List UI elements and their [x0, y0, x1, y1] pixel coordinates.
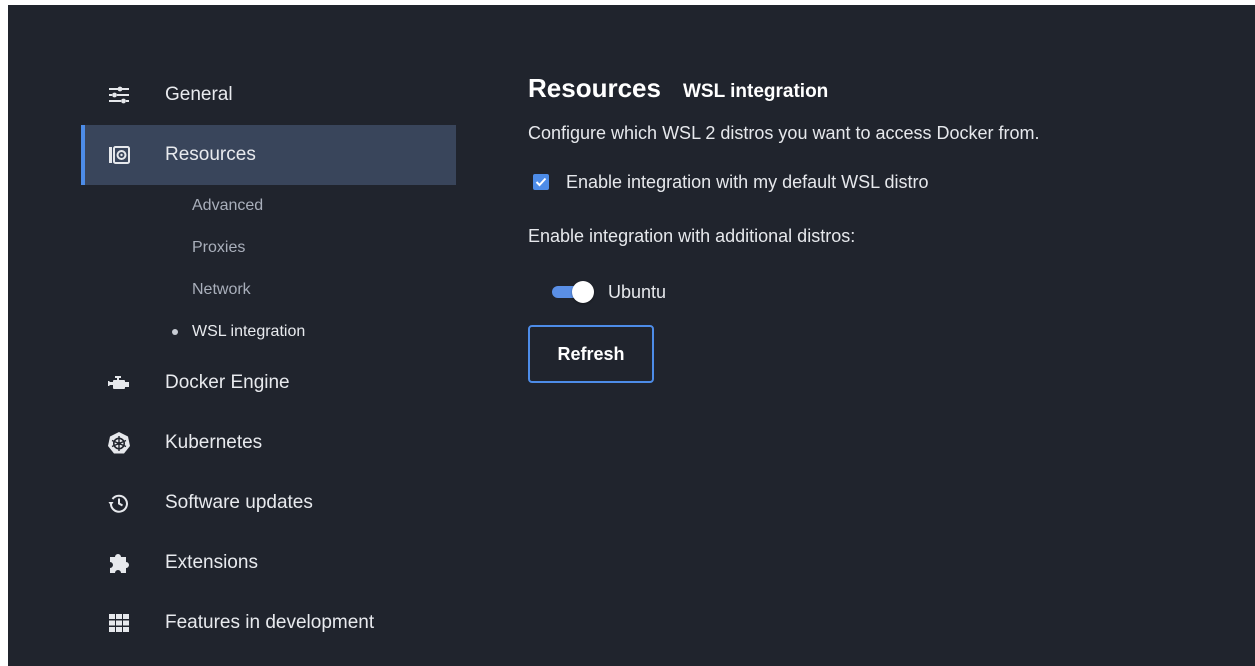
sidebar-item-label: Software updates: [165, 492, 313, 513]
refresh-button[interactable]: Refresh: [528, 325, 654, 383]
page-subtitle: WSL integration: [682, 81, 829, 102]
page-description: Configure which WSL 2 distros you want t…: [528, 123, 1040, 143]
default-distro-checkbox[interactable]: [533, 174, 549, 190]
sidebar-item-features-in-development[interactable]: Features in development: [81, 593, 456, 653]
toggle-thumb: [572, 281, 594, 303]
sidebar-subitem-label: Proxies: [192, 239, 246, 256]
sidebar-item-general[interactable]: General: [81, 65, 456, 125]
sidebar-subitem-label: Network: [192, 281, 251, 298]
sliders-icon: [107, 83, 131, 107]
sidebar-item-docker-engine[interactable]: Docker Engine: [81, 353, 456, 413]
current-indicator-dot: [172, 329, 178, 335]
sidebar-item-label: Docker Engine: [165, 372, 290, 393]
distro-toggle-row[interactable]: Ubuntu: [528, 279, 1228, 305]
default-distro-label: Enable integration with my default WSL d…: [566, 171, 929, 192]
sidebar-item-resources[interactable]: Resources: [81, 125, 456, 185]
sidebar-item-software-updates[interactable]: Software updates: [81, 473, 456, 533]
sidebar-subitem-label: WSL integration: [192, 323, 306, 340]
sidebar-item-label: Kubernetes: [165, 432, 263, 453]
engine-icon: [107, 371, 131, 395]
settings-content: Resources WSL integration Configure whic…: [528, 73, 1228, 383]
grid-icon: [107, 611, 131, 635]
settings-sidebar: General Resources Advanced Proxies Netwo…: [81, 65, 456, 653]
sidebar-subitem-label: Advanced: [192, 197, 264, 214]
kubernetes-icon: [107, 431, 131, 455]
sidebar-item-kubernetes[interactable]: Kubernetes: [81, 413, 456, 473]
sidebar-item-label: General: [165, 84, 233, 105]
ubuntu-toggle-switch[interactable]: [550, 280, 594, 304]
sidebar-item-label: Features in development: [165, 612, 375, 633]
resources-icon: [107, 143, 131, 167]
page-header: Resources WSL integration: [528, 73, 1228, 109]
sidebar-item-label: Extensions: [165, 552, 258, 573]
history-icon: [107, 491, 131, 515]
default-distro-option[interactable]: Enable integration with my default WSL d…: [528, 170, 1228, 194]
sidebar-subitem-advanced[interactable]: Advanced: [81, 185, 456, 227]
puzzle-icon: [107, 551, 131, 575]
sidebar-subitem-proxies[interactable]: Proxies: [81, 227, 456, 269]
sidebar-subitem-wsl-integration[interactable]: WSL integration: [81, 311, 456, 353]
sidebar-item-extensions[interactable]: Extensions: [81, 533, 456, 593]
docker-settings-window: General Resources Advanced Proxies Netwo…: [8, 5, 1255, 666]
distro-name: Ubuntu: [608, 281, 667, 302]
page-title: Resources: [528, 73, 661, 103]
sidebar-subitem-network[interactable]: Network: [81, 269, 456, 311]
additional-distros-label: Enable integration with additional distr…: [528, 226, 856, 246]
checkmark-icon: [535, 177, 547, 187]
sidebar-item-label: Resources: [165, 144, 256, 165]
